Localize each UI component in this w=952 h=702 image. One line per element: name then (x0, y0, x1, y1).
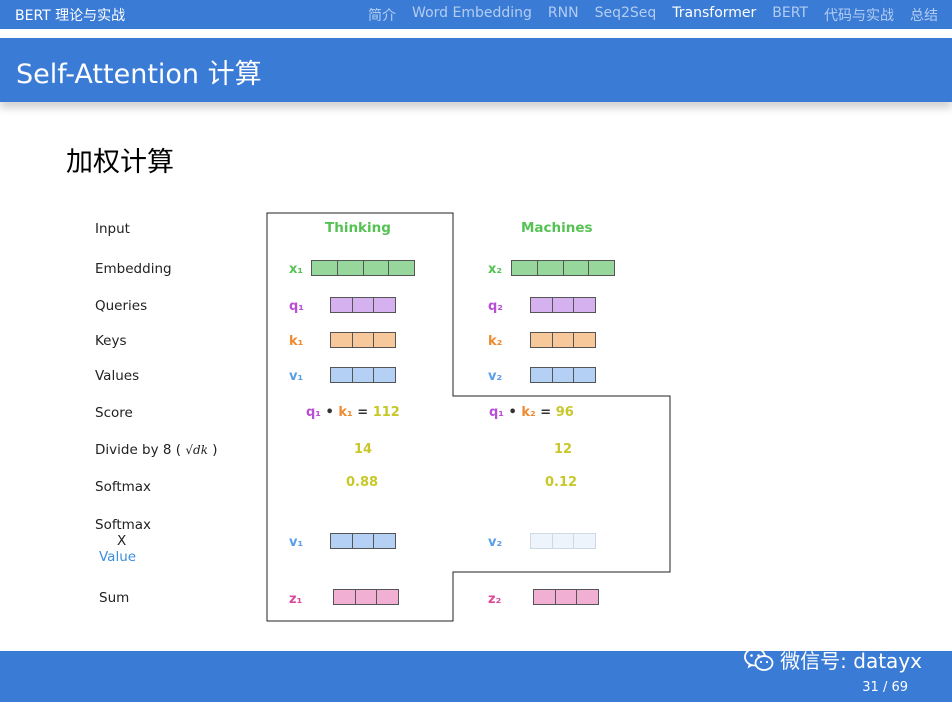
weighted-value-vector-v2 (530, 533, 596, 549)
softmax-score-2: 0.12 (545, 475, 578, 490)
top-nav-bar: BERT 理论与实战 简介 Word Embedding RNN Seq2Seq… (0, 0, 952, 29)
score-1-query: q₁ (306, 405, 321, 420)
score-1-value: 112 (372, 405, 400, 420)
nav-item-seq2seq[interactable]: Seq2Seq (595, 5, 657, 25)
symbol-k1: k₁ (289, 334, 304, 349)
symbol-weighted-v1: v₁ (289, 535, 304, 550)
slide-title-bar: Self-Attention 计算 (0, 38, 952, 102)
wechat-account: 微信号: datayx (780, 649, 922, 673)
row-label-softmax-x-value-2: X (117, 533, 127, 549)
symbol-x2: x₂ (488, 262, 503, 277)
score-2-dot: • (508, 405, 517, 420)
row-label-softmax: Softmax (95, 479, 152, 495)
self-attention-figure: Input Embedding Queries Keys Values Scor… (0, 205, 952, 635)
value-vector-v1 (330, 367, 396, 383)
score-2-value: 96 (555, 405, 574, 420)
divide-prefix: Divide by 8 ( (95, 442, 182, 458)
nav-item-intro[interactable]: 简介 (368, 5, 396, 25)
embedding-vector-x2 (511, 260, 615, 276)
score-expression-1: q₁ • k₁ = 112 (306, 405, 400, 420)
wechat-watermark: 微信号: datayx (744, 645, 922, 674)
score-1-equals: = (357, 405, 369, 420)
divided-score-2: 12 (554, 442, 573, 457)
symbol-q1: q₁ (289, 299, 304, 314)
row-label-softmax-x-value-1: Softmax (95, 517, 152, 533)
sqrt-dk: √dk (185, 443, 208, 457)
output-vector-z1 (333, 589, 399, 605)
query-vector-q2 (530, 297, 596, 313)
nav-item-code-practice[interactable]: 代码与实战 (824, 5, 894, 25)
row-label-sum: Sum (99, 590, 130, 606)
score-2-equals: = (540, 405, 552, 420)
row-label-keys: Keys (95, 333, 127, 349)
row-label-score: Score (95, 405, 133, 421)
row-label-divide: Divide by 8 ( √dk ) (95, 442, 218, 458)
page-number: 31 / 69 (862, 680, 908, 695)
score-2-key: k₂ (521, 405, 536, 420)
key-vector-k2 (530, 332, 596, 348)
row-label-values: Values (95, 368, 140, 384)
nav-item-word-embedding[interactable]: Word Embedding (412, 5, 532, 25)
slide-title: Self-Attention 计算 (16, 59, 262, 90)
section-nav: 简介 Word Embedding RNN Seq2Seq Transforme… (368, 5, 938, 25)
value-vector-v2 (530, 367, 596, 383)
score-1-dot: • (325, 405, 334, 420)
row-label-input: Input (95, 221, 130, 237)
slide-subtitle: 加权计算 (66, 147, 174, 178)
nav-item-bert[interactable]: BERT (772, 5, 808, 25)
nav-item-transformer[interactable]: Transformer (672, 5, 756, 25)
symbol-q2: q₂ (488, 299, 503, 314)
row-label-queries: Queries (95, 298, 148, 314)
token-thinking: Thinking (325, 220, 391, 236)
score-expression-2: q₁ • k₂ = 96 (489, 405, 574, 420)
symbol-v1: v₁ (289, 369, 304, 384)
symbol-z1: z₁ (289, 592, 303, 607)
key-vector-k1 (330, 332, 396, 348)
output-vector-z2 (533, 589, 599, 605)
divide-suffix: ) (212, 442, 218, 458)
nav-item-summary[interactable]: 总结 (910, 5, 938, 25)
row-label-embedding: Embedding (95, 261, 172, 277)
query-vector-q1 (330, 297, 396, 313)
wechat-icon (744, 647, 774, 671)
score-1-key: k₁ (338, 405, 353, 420)
score-2-query: q₁ (489, 405, 504, 420)
row-label-softmax-x-value-3: Value (99, 549, 137, 565)
softmax-score-1: 0.88 (346, 475, 379, 490)
symbol-x1: x₁ (289, 262, 304, 277)
divided-score-1: 14 (354, 442, 373, 457)
token-machines: Machines (521, 220, 593, 236)
symbol-k2: k₂ (488, 334, 503, 349)
presentation-title[interactable]: BERT 理论与实战 (15, 5, 125, 25)
embedding-vector-x1 (311, 260, 415, 276)
weighted-value-vector-v1 (330, 533, 396, 549)
symbol-v2: v₂ (488, 369, 503, 384)
symbol-weighted-v2: v₂ (488, 535, 503, 550)
symbol-z2: z₂ (488, 592, 502, 607)
nav-item-rnn[interactable]: RNN (548, 5, 579, 25)
